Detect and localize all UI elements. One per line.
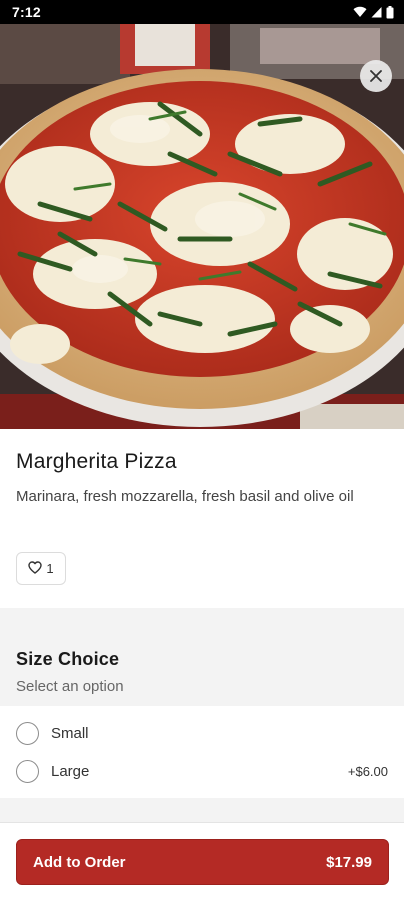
radio-button[interactable] (16, 721, 39, 745)
order-total-price: $17.99 (326, 853, 372, 871)
status-icons (353, 5, 394, 19)
signal-icon (371, 6, 382, 18)
add-to-order-button[interactable]: Add to Order $17.99 (16, 839, 389, 885)
size-section-subtitle: Select an option (16, 678, 124, 695)
item-title: Margherita Pizza (16, 450, 177, 473)
item-description: Marinara, fresh mozzarella, fresh basil … (16, 488, 354, 505)
order-footer: Add to Order $17.99 (0, 822, 404, 900)
item-hero-image (0, 24, 404, 429)
item-info: Margherita Pizza Marinara, fresh mozzare… (16, 450, 388, 507)
size-option-large[interactable]: Large +$6.00 (0, 752, 404, 790)
wifi-icon (353, 6, 367, 18)
size-options: Small Large +$6.00 (0, 706, 404, 798)
heart-icon (28, 560, 43, 577)
like-button[interactable]: 1 (16, 552, 66, 585)
section-divider (0, 798, 404, 822)
radio-button[interactable] (16, 759, 39, 783)
battery-icon (386, 5, 394, 19)
size-option-small[interactable]: Small (0, 714, 404, 752)
option-label: Large (51, 762, 90, 780)
option-label: Small (51, 724, 89, 742)
status-bar: 7:12 (0, 0, 404, 24)
close-icon (369, 69, 383, 83)
option-price: +$6.00 (347, 763, 388, 779)
status-time: 7:12 (12, 4, 41, 20)
add-to-order-label: Add to Order (33, 853, 126, 871)
like-count: 1 (46, 561, 54, 576)
pizza-photo (0, 24, 404, 429)
size-section-title: Size Choice (16, 649, 120, 669)
close-button[interactable] (360, 60, 392, 92)
